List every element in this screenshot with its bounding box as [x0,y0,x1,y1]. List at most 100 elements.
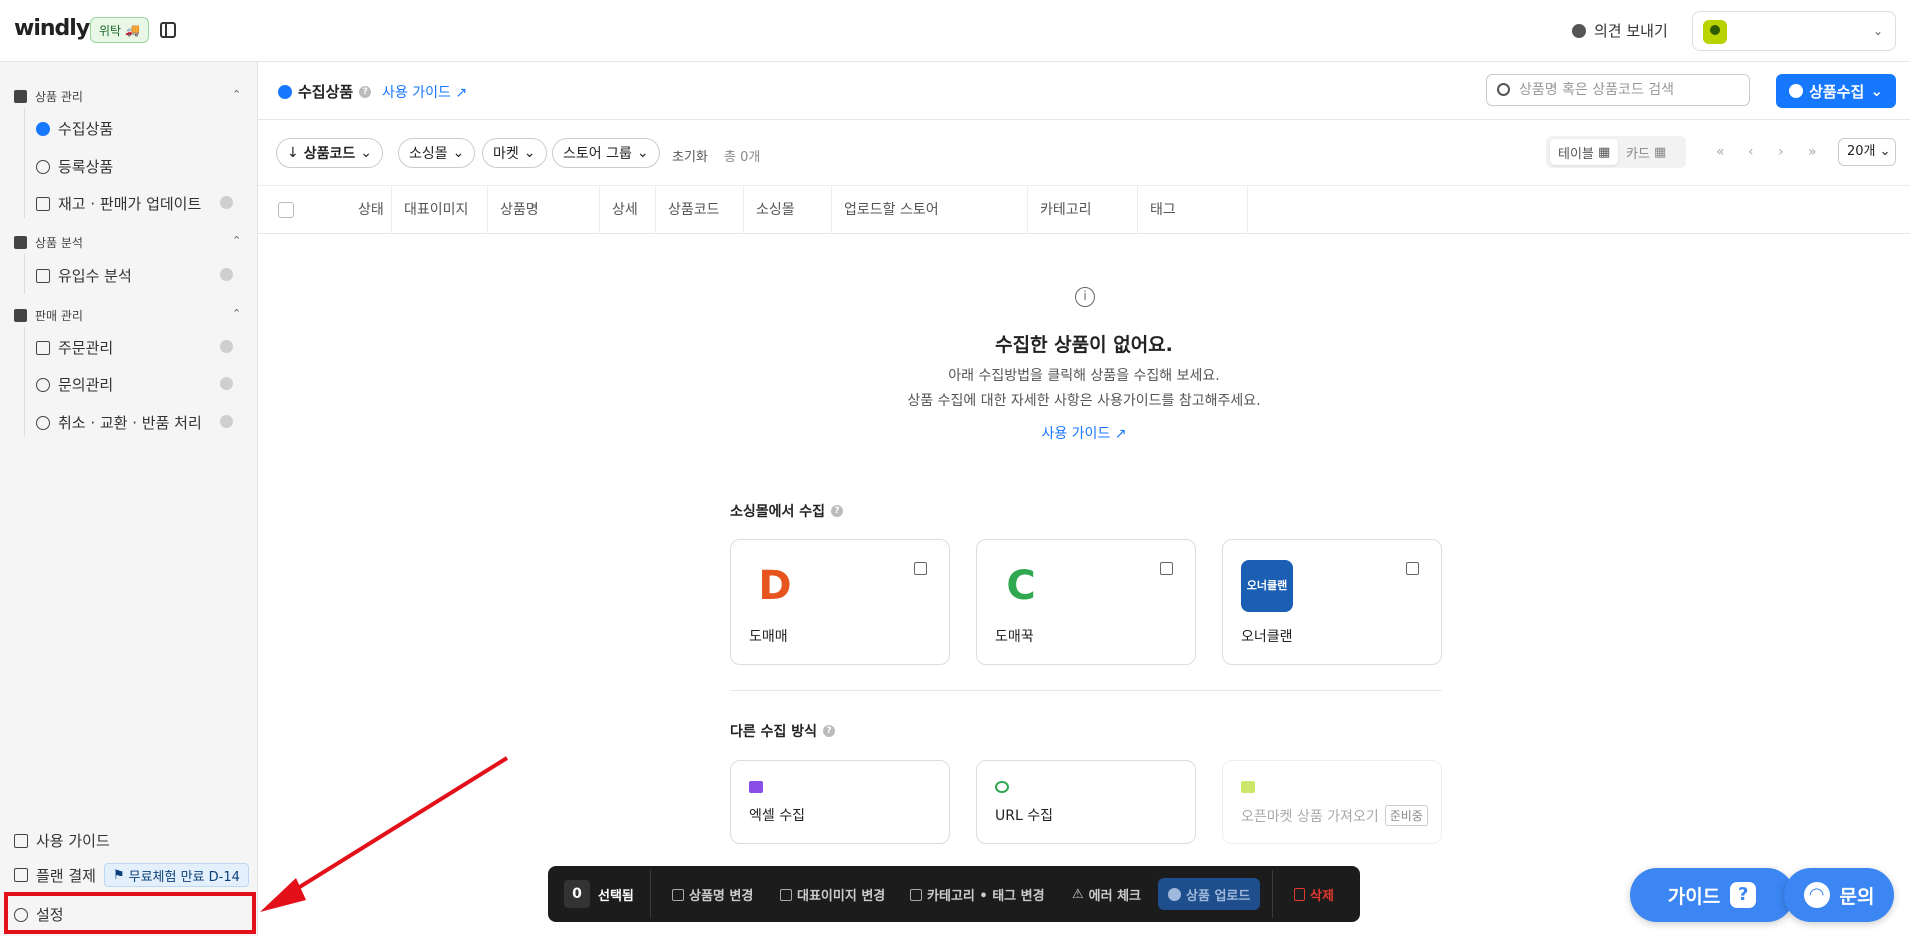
help-icon[interactable]: ? [823,725,836,737]
other-group-title: 다른 수집 방식? [730,721,836,741]
per-page-select[interactable]: 20개 ⌄ [1838,138,1896,166]
column-image[interactable]: 대표이미지 [392,186,488,234]
view-table-button[interactable]: 테이블 ▦ [1550,139,1619,165]
info-icon: i [1075,287,1095,307]
delete-button[interactable]: 삭제 [1294,885,1334,904]
external-link-icon: ↗ [1114,426,1127,442]
logo[interactable]: windly [14,16,90,41]
page-title: 수집상품? [278,81,372,102]
sidebar-toggle-icon[interactable] [160,22,176,38]
select-all-checkbox[interactable] [278,202,294,218]
lock-icon [220,196,233,209]
clipboard-icon [14,236,27,249]
warning-icon: ⚠ [1072,887,1084,902]
filter-sourcing-mall[interactable]: 소싱몰 ⌄ [398,138,476,168]
book-icon [14,833,28,848]
sidebar-item-collected[interactable]: 수집상품 [36,118,113,139]
sidebar-item-stock-update[interactable]: 재고 · 판매가 업데이트 [36,193,201,214]
question-icon: ? [1730,882,1757,908]
openmarket-import-card: 오픈마켓 상품 가져오기 준비중 [1222,760,1442,844]
caret-up-icon[interactable]: ⌃ [232,234,241,247]
view-card-button[interactable]: 카드 ▦ [1618,139,1674,165]
search-icon [1497,83,1510,96]
source-card-domeme[interactable]: D 도매매 [730,539,950,665]
tree-line [24,108,25,218]
filter-market[interactable]: 마켓 ⌄ [482,138,547,168]
change-category-button[interactable]: 카테고리 • 태그 변경 [910,885,1045,904]
next-page-icon[interactable]: › [1778,144,1784,160]
reset-button[interactable]: 초기화 [672,146,708,165]
column-name[interactable]: 상품명 [488,186,600,234]
headset-icon: ◠ [1803,882,1830,908]
coming-soon-badge: 준비중 [1384,805,1428,826]
inquiry-fab[interactable]: ◠ 문의 [1784,868,1894,922]
section-sales-management[interactable]: 판매 관리 [14,307,83,324]
card-label: 도매꾹 [995,629,1034,645]
guide-fab[interactable]: 가이드? [1630,868,1794,922]
bar-chart-icon [36,268,50,283]
sidebar-guide-link[interactable]: 사용 가이드 [14,830,110,851]
section-product-management[interactable]: 상품 관리 [14,88,83,105]
card-label: 오너클랜 [1241,629,1293,645]
help-icon[interactable]: ? [359,85,372,98]
rename-button[interactable]: 상품명 변경 [672,885,753,904]
empty-guide-link[interactable]: 사용 가이드 ↗ [0,423,1910,443]
collect-products-button[interactable]: 상품수집 ⌄ [1776,74,1896,108]
url-collect-card[interactable]: URL 수집 [976,760,1196,844]
sourcing-group-title: 소싱몰에서 수집? [730,501,844,521]
excel-collect-card[interactable]: 엑셀 수집 [730,760,950,844]
column-category[interactable]: 카테고리 [1028,186,1138,234]
guide-link[interactable]: 사용 가이드 ↗ [382,82,467,102]
filter-store-group[interactable]: 스토어 그룹 ⌄ [552,138,660,168]
sidebar-item-registered[interactable]: 등록상품 [36,156,113,177]
image-icon [780,888,792,901]
card-label: 엑셀 수집 [749,808,805,824]
translate-icon [672,888,684,901]
sidebar-item-traffic-analysis[interactable]: 유입수 분석 [36,265,132,286]
feedback-button[interactable]: 의견 보내기 [1572,20,1668,41]
arrow-down-icon: ↓ [287,145,299,161]
highlight-box [4,892,256,934]
search-input[interactable]: 상품명 혹은 상품코드 검색 [1486,74,1750,106]
view-toggle: 테이블 ▦ 카드 ▦ [1546,136,1686,168]
download-icon [36,121,50,136]
column-status[interactable]: 상태 [346,186,392,234]
column-tag[interactable]: 태그 [1138,186,1248,234]
gift-icon [14,90,27,103]
prev-page-icon[interactable]: ‹ [1748,144,1754,160]
profile-dropdown[interactable]: ⌄ [1692,11,1896,51]
trial-badge: ⚑ 무료체험 만료 D-14 [103,863,249,887]
column-code[interactable]: 상품코드 [656,186,744,234]
sidebar-plan-payment[interactable]: 플랜 결제 ⚑ 무료체험 만료 D-14 [14,863,249,887]
caret-up-icon[interactable]: ⌃ [232,88,241,101]
sort-product-code[interactable]: ↓ 상품코드 ⌄ [276,138,383,168]
card-label: 오픈마켓 상품 가져오기 준비중 [1241,805,1428,826]
separator [650,870,651,918]
last-page-icon[interactable]: » [1808,144,1817,160]
column-detail[interactable]: 상세 [600,186,656,234]
column-upload-store[interactable]: 업로드할 스토어 [832,186,1028,234]
store-icon [14,309,27,322]
error-check-button[interactable]: ⚠ 에러 체크 [1072,885,1141,904]
mode-badge[interactable]: 위탁 🚚 [90,17,150,43]
upload-products-button[interactable]: 상품 업로드 [1158,878,1261,910]
first-page-icon[interactable]: « [1716,144,1725,160]
total-count: 총 0개 [724,150,761,165]
lock-icon [220,268,233,281]
selected-count: 0 [564,880,590,908]
chevron-down-icon: ⌄ [523,145,536,161]
section-product-analysis[interactable]: 상품 분석 [14,234,83,251]
folder-icon [749,781,763,793]
change-image-button[interactable]: 대표이미지 변경 [780,885,885,904]
avatar [1703,20,1727,44]
caret-up-icon[interactable]: ⌃ [232,307,241,320]
empty-title: 수집한 상품이 없어요. [995,334,1173,356]
link-icon [995,781,1009,793]
chevron-down-icon: ⌄ [1870,82,1883,100]
source-card-ownerclan[interactable]: 오너클랜 오너클랜 [1222,539,1442,665]
source-card-domeggook[interactable]: C 도매꾹 [976,539,1196,665]
edit-icon [36,196,50,211]
help-icon[interactable]: ? [831,505,844,517]
chevron-down-icon: ⌄ [636,145,649,161]
column-sourcing-mall[interactable]: 소싱몰 [744,186,832,234]
